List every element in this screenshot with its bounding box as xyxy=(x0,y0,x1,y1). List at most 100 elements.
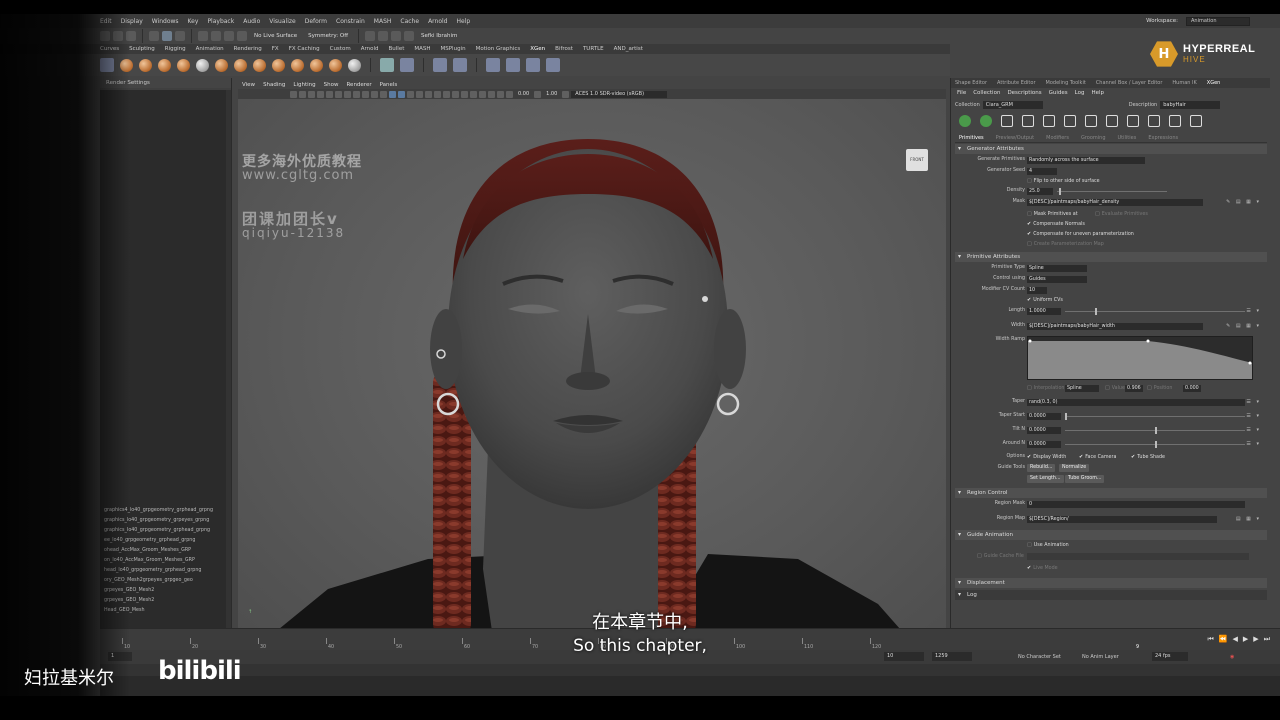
xgen-tab-preview-output[interactable]: Preview/Output xyxy=(996,135,1035,141)
outliner-list[interactable]: graphics4_lo40_grpgeometry_grphead_grpng… xyxy=(100,90,232,630)
select-component-icon[interactable] xyxy=(175,31,185,41)
tilt-tools-icon[interactable]: ☰ ▾ xyxy=(1246,427,1261,433)
displacement-header[interactable]: Displacement xyxy=(955,578,1267,588)
snap-point-icon[interactable] xyxy=(224,31,234,41)
shelf-tab-bifrost[interactable]: Bifrost xyxy=(555,46,573,52)
outliner-header[interactable]: Render Settings xyxy=(100,78,231,88)
new-scene-icon[interactable] xyxy=(100,31,110,41)
render-settings-icon[interactable] xyxy=(391,31,402,41)
grid-icon[interactable] xyxy=(326,90,333,98)
viewport-menu-renderer[interactable]: Renderer xyxy=(346,82,371,88)
isolate-select-icon[interactable] xyxy=(479,90,486,98)
tab-channel-box-layer-editor[interactable]: Channel Box / Layer Editor xyxy=(1096,80,1163,86)
menu-mash[interactable]: MASH xyxy=(374,18,392,25)
foamy-brush-icon[interactable] xyxy=(234,58,247,72)
mask-primitives-option[interactable]: Evaluate Primitives xyxy=(1095,211,1148,217)
select-hierarchy-icon[interactable] xyxy=(149,31,159,41)
bookmark-icon[interactable] xyxy=(308,90,315,98)
shelf-tab-bullet[interactable]: Bullet xyxy=(389,46,405,52)
shelf-tab-animation[interactable]: Animation xyxy=(196,46,224,52)
move-guide-icon[interactable] xyxy=(1022,115,1034,127)
xgen-menu-file[interactable]: File xyxy=(957,90,966,96)
imprint-brush-icon[interactable] xyxy=(291,58,304,72)
compensate-normals-checkbox[interactable]: Compensate Normals xyxy=(1027,221,1085,227)
tilt-field[interactable]: 0.0000 xyxy=(1027,427,1061,434)
guide-comb-icon[interactable] xyxy=(1169,115,1181,127)
set-length-button[interactable]: Set Length... xyxy=(1027,475,1064,483)
xgen-description-icon[interactable] xyxy=(453,58,467,72)
spray-brush-icon[interactable] xyxy=(253,58,266,72)
face-camera-checkbox[interactable]: Face Camera xyxy=(1079,454,1116,460)
shelf-tab-curves[interactable]: Curves xyxy=(100,46,119,52)
width-field[interactable]: $[DESC]/paintmaps/babyHair_width xyxy=(1027,323,1203,330)
menu-visualize[interactable]: Visualize xyxy=(269,18,295,25)
add-guide-icon[interactable] xyxy=(1001,115,1013,127)
outliner-item[interactable]: ee_lo40_grpgeometry_grphead_grpng xyxy=(104,538,195,543)
workspace-selector[interactable]: Workspace: Animation xyxy=(1140,14,1280,28)
uniform-cvs-checkbox[interactable]: Uniform CVs xyxy=(1027,297,1063,303)
outliner-item[interactable]: grpeyes_GEO_Mesh2 xyxy=(104,588,154,593)
scrape-brush-icon[interactable] xyxy=(329,58,342,72)
wireframe-icon[interactable] xyxy=(389,90,396,98)
create-description-icon[interactable] xyxy=(959,115,971,127)
region-mask-field[interactable]: 0 xyxy=(1027,501,1245,508)
xgen-menu-collection[interactable]: Collection xyxy=(973,90,1000,96)
shelf-tab-motion-graphics[interactable]: Motion Graphics xyxy=(476,46,521,52)
exposure-field[interactable]: 0.00 xyxy=(515,91,532,97)
viewport-scene[interactable]: 更多海外优质教程 www.cgltg.com 团课加团长v qiqiyu-121… xyxy=(238,99,946,638)
outliner-item[interactable]: ory_GEO_Mesh2grpeyes_grpgeo_geo xyxy=(104,578,193,583)
pinch-brush-icon[interactable] xyxy=(196,58,209,72)
snap-grid-icon[interactable] xyxy=(198,31,208,41)
tab-modeling-toolkit[interactable]: Modeling Toolkit xyxy=(1046,80,1086,86)
xgen-menu-descriptions[interactable]: Descriptions xyxy=(1007,90,1041,96)
gate-mask-icon[interactable] xyxy=(353,90,360,98)
primitive-type-dropdown[interactable]: Spline xyxy=(1027,265,1087,272)
lights-icon[interactable] xyxy=(425,90,432,98)
taper-tools-icon[interactable]: ☰ ▾ xyxy=(1246,399,1261,405)
tube-shade-checkbox[interactable]: Tube Shade xyxy=(1131,454,1165,460)
around-knob[interactable] xyxy=(1155,441,1157,448)
generate-primitives-dropdown[interactable]: Randomly across the surface xyxy=(1027,157,1145,164)
xgen-editor-icon[interactable] xyxy=(433,58,447,72)
viewport-menu-show[interactable]: Show xyxy=(324,82,339,88)
outliner-item[interactable]: grpeyes_GEO_Mesh2 xyxy=(104,598,154,603)
shelf-tab-rendering[interactable]: Rendering xyxy=(234,46,262,52)
mask-tools-icon[interactable]: ✎ ▤ ▦ ▾ xyxy=(1226,199,1261,205)
shelf-tab-sculpting[interactable]: Sculpting xyxy=(129,46,155,52)
interpolation-dropdown[interactable]: Spline xyxy=(1065,385,1099,392)
xgen-tab-expressions[interactable]: Expressions xyxy=(1148,135,1178,141)
xgen-tab-modifiers[interactable]: Modifiers xyxy=(1046,135,1069,141)
xgen-menu-help[interactable]: Help xyxy=(1092,90,1105,96)
shelf-tab-fx-caching[interactable]: FX Caching xyxy=(289,46,320,52)
antialiasing-icon[interactable] xyxy=(461,90,468,98)
menu-constrain[interactable]: Constrain xyxy=(336,18,365,25)
shelf-menu-icon[interactable] xyxy=(100,58,114,72)
command-line[interactable] xyxy=(100,664,1280,676)
rebuild-button[interactable]: Rebuild... xyxy=(1027,464,1056,472)
viewport-menu-view[interactable]: View xyxy=(242,82,255,88)
length-slider[interactable] xyxy=(1065,311,1245,312)
camera-attr-icon[interactable] xyxy=(299,90,306,98)
menu-cache[interactable]: Cache xyxy=(400,18,419,25)
region-map-tools-icon[interactable]: ▤ ▦ ▾ xyxy=(1236,516,1261,522)
primitive-attributes-header[interactable]: Primitive Attributes xyxy=(955,252,1267,262)
region-control-header[interactable]: Region Control xyxy=(955,488,1267,498)
collection-dropdown[interactable]: Ciara_GRM xyxy=(982,101,1043,109)
viewport-menu-shading[interactable]: Shading xyxy=(263,82,285,88)
viewport-menu-panels[interactable]: Panels xyxy=(380,82,398,88)
view-transform-dropdown[interactable]: ACES 1.0 SDR-video (sRGB) xyxy=(571,90,668,98)
render-icon[interactable] xyxy=(365,31,376,41)
ramp-value-field[interactable]: 0.906 xyxy=(1125,385,1143,392)
mask-primitives-checkbox[interactable]: Mask Primitives at xyxy=(1027,211,1078,217)
wireframe-on-shaded-icon[interactable] xyxy=(407,90,414,98)
flatten-brush-icon[interactable] xyxy=(215,58,228,72)
groom-icon[interactable] xyxy=(486,58,500,72)
flip-checkbox[interactable]: Flip to other side of surface xyxy=(1027,178,1100,184)
repeat-brush-icon[interactable] xyxy=(272,58,285,72)
width-ramp-graph[interactable] xyxy=(1027,336,1253,380)
camera-icon[interactable] xyxy=(290,90,297,98)
tab-human-ik[interactable]: Human IK xyxy=(1172,80,1196,86)
workspace-dropdown[interactable]: Animation xyxy=(1186,16,1250,26)
xgen-menu-guides[interactable]: Guides xyxy=(1049,90,1068,96)
viewport-panel[interactable]: View Shading Lighting Show Renderer Panels xyxy=(238,80,946,638)
